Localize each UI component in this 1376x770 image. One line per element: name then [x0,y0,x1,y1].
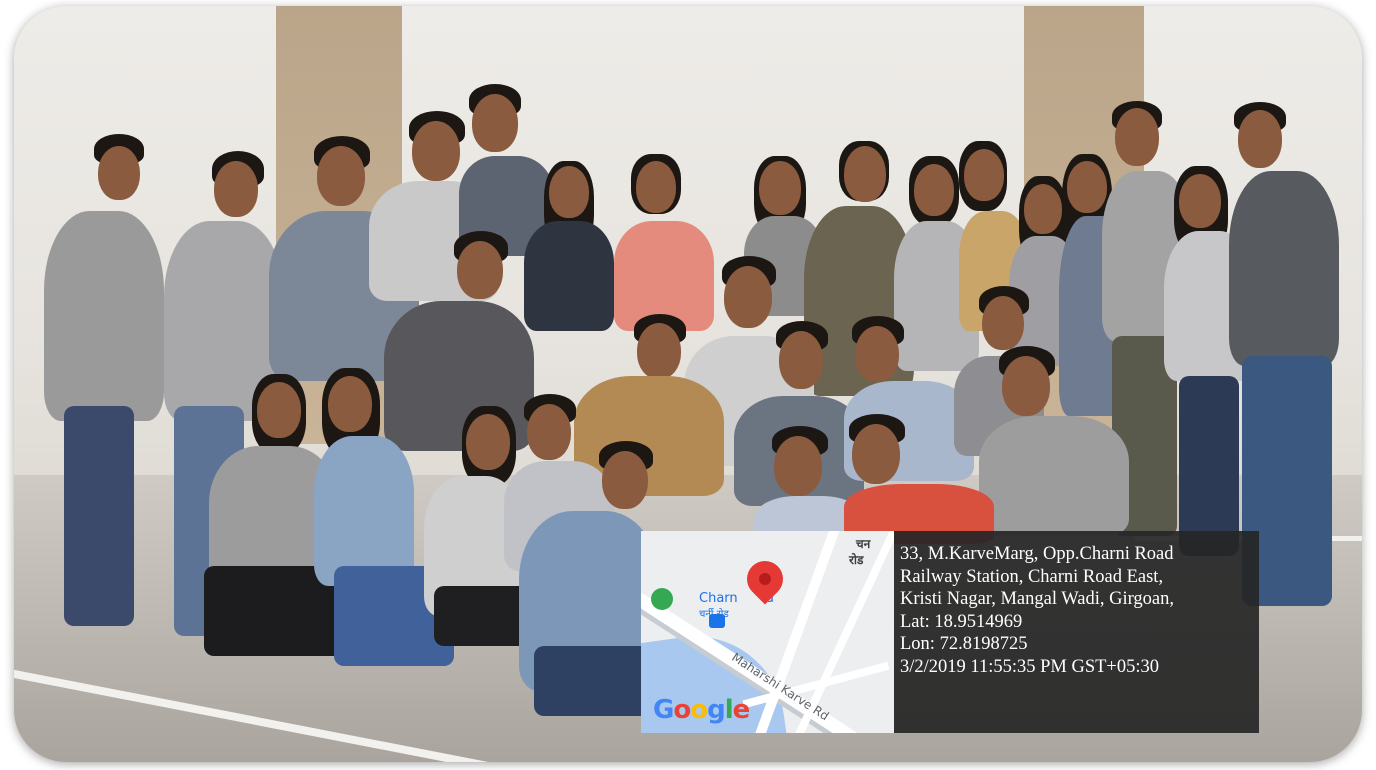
train-station-icon [709,614,725,628]
address-line: 33, M.KarveMarg, Opp.Charni Road [900,544,1174,564]
location-map[interactable]: Charnd चर्नी रोड चन रोड Maharshi Karve R… [641,531,894,733]
google-logo: Google [653,695,750,725]
longitude: Lon: 72.8198725 [900,634,1028,654]
address-line: Kristi Nagar, Mangal Wadi, Girgoan, [900,589,1175,609]
latitude: Lat: 18.9514969 [900,611,1023,632]
address-line: Railway Station, Charni Road East, [900,566,1164,587]
group-photo: Charnd चर्नी रोड चन रोड Maharshi Karve R… [14,6,1362,762]
geotag-overlay: Charnd चर्नी रोड चन रोड Maharshi Karve R… [641,531,1259,733]
park-icon [651,588,673,610]
geotag-info-panel: 33, M.KarveMarg, Opp.Charni Road Railway… [894,531,1259,733]
area-label-hi: चन [856,537,871,551]
timestamp: 3/2/2019 11:55:35 PM GST+05:30 [900,656,1160,677]
area-label-hi: रोड [849,553,864,567]
